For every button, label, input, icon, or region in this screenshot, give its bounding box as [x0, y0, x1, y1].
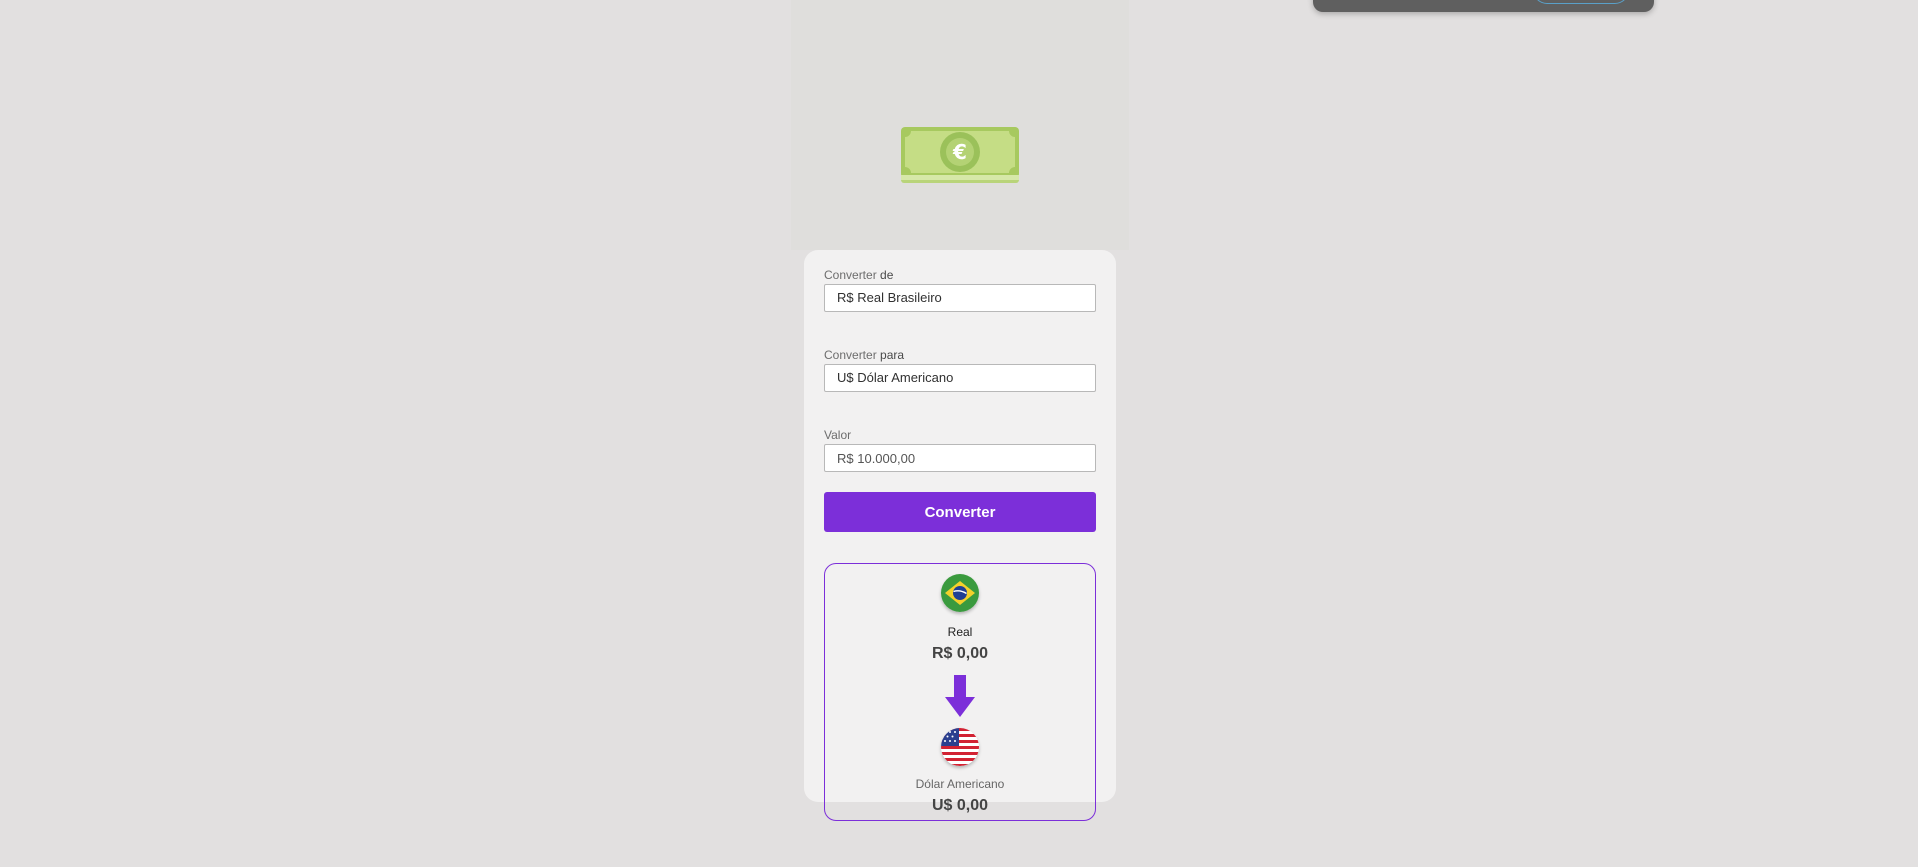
floating-panel — [1313, 0, 1654, 12]
source-currency-name: Real — [947, 625, 973, 639]
target-currency-value: U$ 0,00 — [931, 797, 989, 814]
source-currency-value: R$ 0,00 — [931, 645, 989, 662]
convert-button[interactable]: Converter — [824, 492, 1096, 532]
amount-field-group: Valor — [824, 428, 1096, 472]
arrow-down-icon — [945, 675, 975, 717]
from-label: Converter de — [824, 268, 894, 282]
to-label: Converter para — [824, 348, 905, 362]
from-currency-select[interactable]: R$ Real Brasileiro — [824, 284, 1096, 312]
converter-card: Converter de R$ Real Brasileiro Converte… — [804, 250, 1116, 821]
svg-text:€: € — [952, 140, 967, 164]
usa-flag-icon — [941, 728, 979, 766]
from-field-group: Converter de R$ Real Brasileiro — [824, 268, 1096, 312]
target-currency-name: Dólar Americano — [915, 777, 1005, 791]
amount-label: Valor — [824, 428, 852, 442]
page: € Converter de R$ Real Brasileiro Conver… — [0, 0, 1918, 867]
brazil-flag-icon — [941, 574, 979, 612]
floating-panel-button[interactable] — [1533, 0, 1629, 4]
to-currency-select[interactable]: U$ Dólar Americano — [824, 364, 1096, 392]
hero-banner: € — [791, 0, 1129, 250]
conversion-result: Real R$ 0,00 Dólar Americano U$ 0,00 — [824, 563, 1096, 821]
amount-input[interactable] — [824, 444, 1096, 472]
to-field-group: Converter para U$ Dólar Americano — [824, 348, 1096, 392]
euro-banknote-icon: € — [901, 127, 1019, 183]
